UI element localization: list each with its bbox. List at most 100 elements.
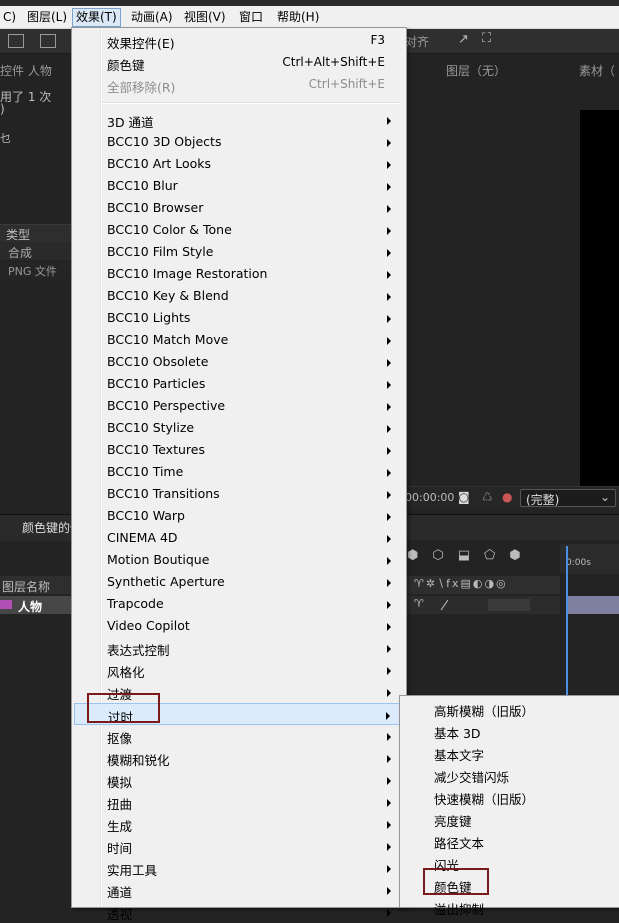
submenu-arrow-icon [387,821,391,829]
menu-window[interactable]: 窗口 [236,9,266,26]
effects-menu-item[interactable]: BCC10 Film Style [74,241,402,263]
effects-menu-item[interactable]: 抠像 [74,725,402,747]
menu-item-label: BCC10 Lights [107,310,191,325]
shy-icon[interactable]: ♈ [414,597,424,610]
obsolete-submenu-item[interactable]: 快速模糊（旧版） [402,786,618,808]
color-channel-icon[interactable]: ● [502,490,512,504]
effects-menu-item[interactable]: BCC10 Key & Blend [74,285,402,307]
effects-menu-item[interactable]: BCC10 Time [74,461,402,483]
switches-header[interactable]: ♈✲∖fx▤◐◑◎ [400,576,560,594]
layer-switches[interactable]: ♈ [400,596,560,614]
effects-menu-item[interactable]: BCC10 Lights [74,307,402,329]
snap-icon[interactable]: ⛶ [482,31,491,46]
effects-menu-item[interactable]: 效果控件(E) F3 [74,30,402,52]
layer-name-header[interactable]: 图层名称 [0,576,72,594]
layer-duration-bar[interactable] [566,596,619,614]
submenu-item-label: 基本 3D [434,726,481,741]
menu-item-label: 效果控件(E) [107,36,175,51]
menu-item-label: Synthetic Aperture [107,574,225,589]
obsolete-submenu-item[interactable]: 基本文字 [402,742,618,764]
effects-menu-item[interactable]: Synthetic Aperture [74,571,402,593]
menu-c[interactable]: C) [0,9,19,26]
rectangle-tool-icon[interactable] [40,34,56,48]
effects-menu-item[interactable]: BCC10 Perspective [74,395,402,417]
obsolete-submenu-item[interactable]: 亮度键 [402,808,618,830]
effects-menu-item[interactable]: 风格化 [74,659,402,681]
effects-menu-item[interactable]: 颜色键 Ctrl+Alt+Shift+E [74,52,402,74]
resolution-value: (完整) [526,493,560,507]
effects-menu-item[interactable]: 模糊和锐化 [74,747,402,769]
effects-menu-item[interactable]: BCC10 Color & Tone [74,219,402,241]
menu-help[interactable]: 帮助(H) [274,9,322,26]
layer-name[interactable]: 人物 [18,598,42,615]
project-tab-label[interactable]: 控件 人物 [0,62,52,79]
effects-menu-item[interactable]: Trapcode [74,593,402,615]
project-row[interactable]: PNG 文件 [0,261,72,279]
time-ruler[interactable]: 0:00s [560,544,619,574]
pin-icon[interactable]: ↗ [458,32,469,47]
effects-menu-item[interactable]: 扭曲 [74,791,402,813]
submenu-arrow-icon [387,337,391,345]
obsolete-submenu-item[interactable]: 路径文本 [402,830,618,852]
effects-menu-item[interactable]: 时间 [74,835,402,857]
menu-item-label: 全部移除(R) [107,80,176,95]
effects-menu-item[interactable]: BCC10 Blur [74,175,402,197]
menu-layer[interactable]: 图层(L) [24,9,70,26]
obsolete-submenu-item[interactable]: 减少交错闪烁 [402,764,618,786]
timeline-switch-icons[interactable]: ⬢⬡⬓⬠⬢ [407,548,557,568]
show-snapshot-icon[interactable]: ♺ [482,490,493,504]
snapshot-icon[interactable]: ◙ [458,490,470,504]
footage-tab-label[interactable]: 素材（ [579,62,615,79]
type-column-header[interactable]: 类型 [0,224,72,242]
effects-menu-item[interactable]: BCC10 Stylize [74,417,402,439]
obsolete-submenu-item[interactable]: 高斯模糊（旧版） [402,698,618,720]
menu-animation[interactable]: 动画(A) [128,9,176,26]
menu-item-label: BCC10 Obsolete [107,354,209,369]
effects-menu-item[interactable]: Motion Boutique [74,549,402,571]
layer-row[interactable]: 人物 [0,596,72,614]
timecode-display[interactable]: 00:00:00 [405,491,454,504]
effects-menu-item[interactable]: 透视 [74,901,402,923]
menu-view[interactable]: 视图(V) [181,9,229,26]
effects-menu-item[interactable]: BCC10 Match Move [74,329,402,351]
submenu-arrow-icon [387,865,391,873]
submenu-item-label: 路径文本 [434,836,485,851]
time-ruler-label: 0:00s [566,558,591,568]
submenu-arrow-icon [387,557,391,565]
effects-menu-item[interactable]: BCC10 Browser [74,197,402,219]
layer-tab-label[interactable]: 图层（无） [446,62,506,79]
effects-menu-item[interactable]: BCC10 Obsolete [74,351,402,373]
submenu-arrow-icon [387,733,391,741]
quality-icon[interactable] [440,599,449,611]
submenu-arrow-icon [387,513,391,521]
effects-menu-item[interactable]: 模拟 [74,769,402,791]
menu-item-label: BCC10 Color & Tone [107,222,232,237]
resolution-dropdown[interactable]: (完整) ⌄ [520,489,616,507]
obsolete-submenu-item[interactable]: 基本 3D [402,720,618,742]
effects-menu-item[interactable]: 通道 [74,879,402,901]
menu-item-label: 表达式控制 [107,643,170,658]
switch-boxes[interactable] [488,599,530,611]
effects-menu-item[interactable]: BCC10 Transitions [74,483,402,505]
obsolete-submenu-item[interactable]: 溢出抑制 [402,896,618,918]
viewer-controls: 00:00:00 ◙ ♺ ● (完整) ⌄ [400,486,619,509]
project-row[interactable]: 合成 [0,242,72,260]
align-label[interactable]: 对齐 [405,33,429,50]
effects-menu-item[interactable]: 实用工具 [74,857,402,879]
menu-effects[interactable]: 效果(T) [72,8,121,27]
effects-menu-item[interactable]: BCC10 Particles [74,373,402,395]
effects-menu-item[interactable]: BCC10 Warp [74,505,402,527]
effects-menu-item[interactable]: 3D 通道 [74,109,402,131]
effects-menu-item[interactable]: BCC10 3D Objects [74,131,402,153]
menu-item-label: 时间 [107,841,133,856]
effects-menu-item[interactable]: CINEMA 4D [74,527,402,549]
camera-tool-icon[interactable] [8,34,24,48]
effects-menu-item[interactable]: 生成 [74,813,402,835]
menu-item-label: BCC10 Blur [107,178,178,193]
effects-menu-item[interactable]: BCC10 Textures [74,439,402,461]
effects-menu-item[interactable]: BCC10 Art Looks [74,153,402,175]
effects-menu-item[interactable]: BCC10 Image Restoration [74,263,402,285]
effects-menu-item[interactable]: 表达式控制 [74,637,402,659]
effects-menu-item[interactable]: Video Copilot [74,615,402,637]
composition-viewer[interactable] [580,110,619,486]
